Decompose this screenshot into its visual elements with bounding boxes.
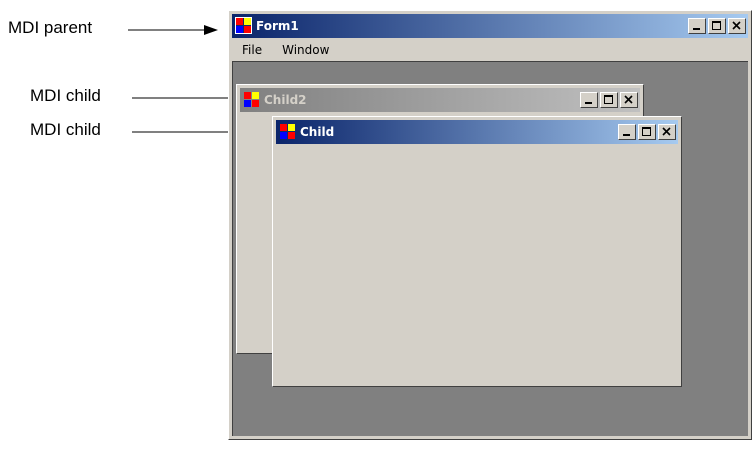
child-back-minimize-button[interactable] bbox=[580, 92, 598, 108]
child-front-close-button[interactable] bbox=[658, 124, 676, 140]
child-back-maximize-button[interactable] bbox=[600, 92, 618, 108]
child-back-close-button[interactable] bbox=[620, 92, 638, 108]
parent-close-button[interactable] bbox=[728, 18, 746, 34]
callout-mdi-child-2: MDI child bbox=[30, 120, 101, 139]
menu-window[interactable]: Window bbox=[272, 43, 339, 57]
minimize-icon bbox=[693, 28, 700, 30]
app-window-icon bbox=[244, 92, 259, 107]
child-front-titlebar[interactable]: Child bbox=[276, 120, 678, 144]
minimize-icon bbox=[585, 102, 592, 104]
maximize-icon bbox=[604, 95, 613, 104]
child-front-maximize-button[interactable] bbox=[638, 124, 656, 140]
maximize-icon bbox=[712, 21, 721, 30]
maximize-icon bbox=[642, 127, 651, 136]
callout-arrow-parent bbox=[128, 25, 218, 35]
parent-maximize-button[interactable] bbox=[708, 18, 726, 34]
parent-menubar: File Window bbox=[232, 39, 748, 61]
menu-file[interactable]: File bbox=[232, 43, 272, 57]
child-back-title: Child2 bbox=[264, 93, 307, 107]
parent-title: Form1 bbox=[256, 19, 299, 33]
child-back-titlebar[interactable]: Child2 bbox=[240, 88, 640, 112]
app-window-icon bbox=[235, 17, 252, 34]
parent-titlebar[interactable]: Form1 bbox=[232, 14, 748, 38]
callout-mdi-child-1: MDI child bbox=[30, 86, 101, 105]
close-icon bbox=[624, 95, 633, 104]
close-icon bbox=[732, 21, 741, 30]
mdi-child-window-front[interactable]: Child bbox=[272, 116, 682, 387]
child-front-title: Child bbox=[300, 125, 335, 139]
child-front-minimize-button[interactable] bbox=[618, 124, 636, 140]
callout-mdi-parent: MDI parent bbox=[8, 18, 93, 37]
close-icon bbox=[662, 127, 671, 136]
parent-minimize-button[interactable] bbox=[688, 18, 706, 34]
minimize-icon bbox=[623, 134, 630, 136]
app-window-icon bbox=[280, 124, 295, 139]
